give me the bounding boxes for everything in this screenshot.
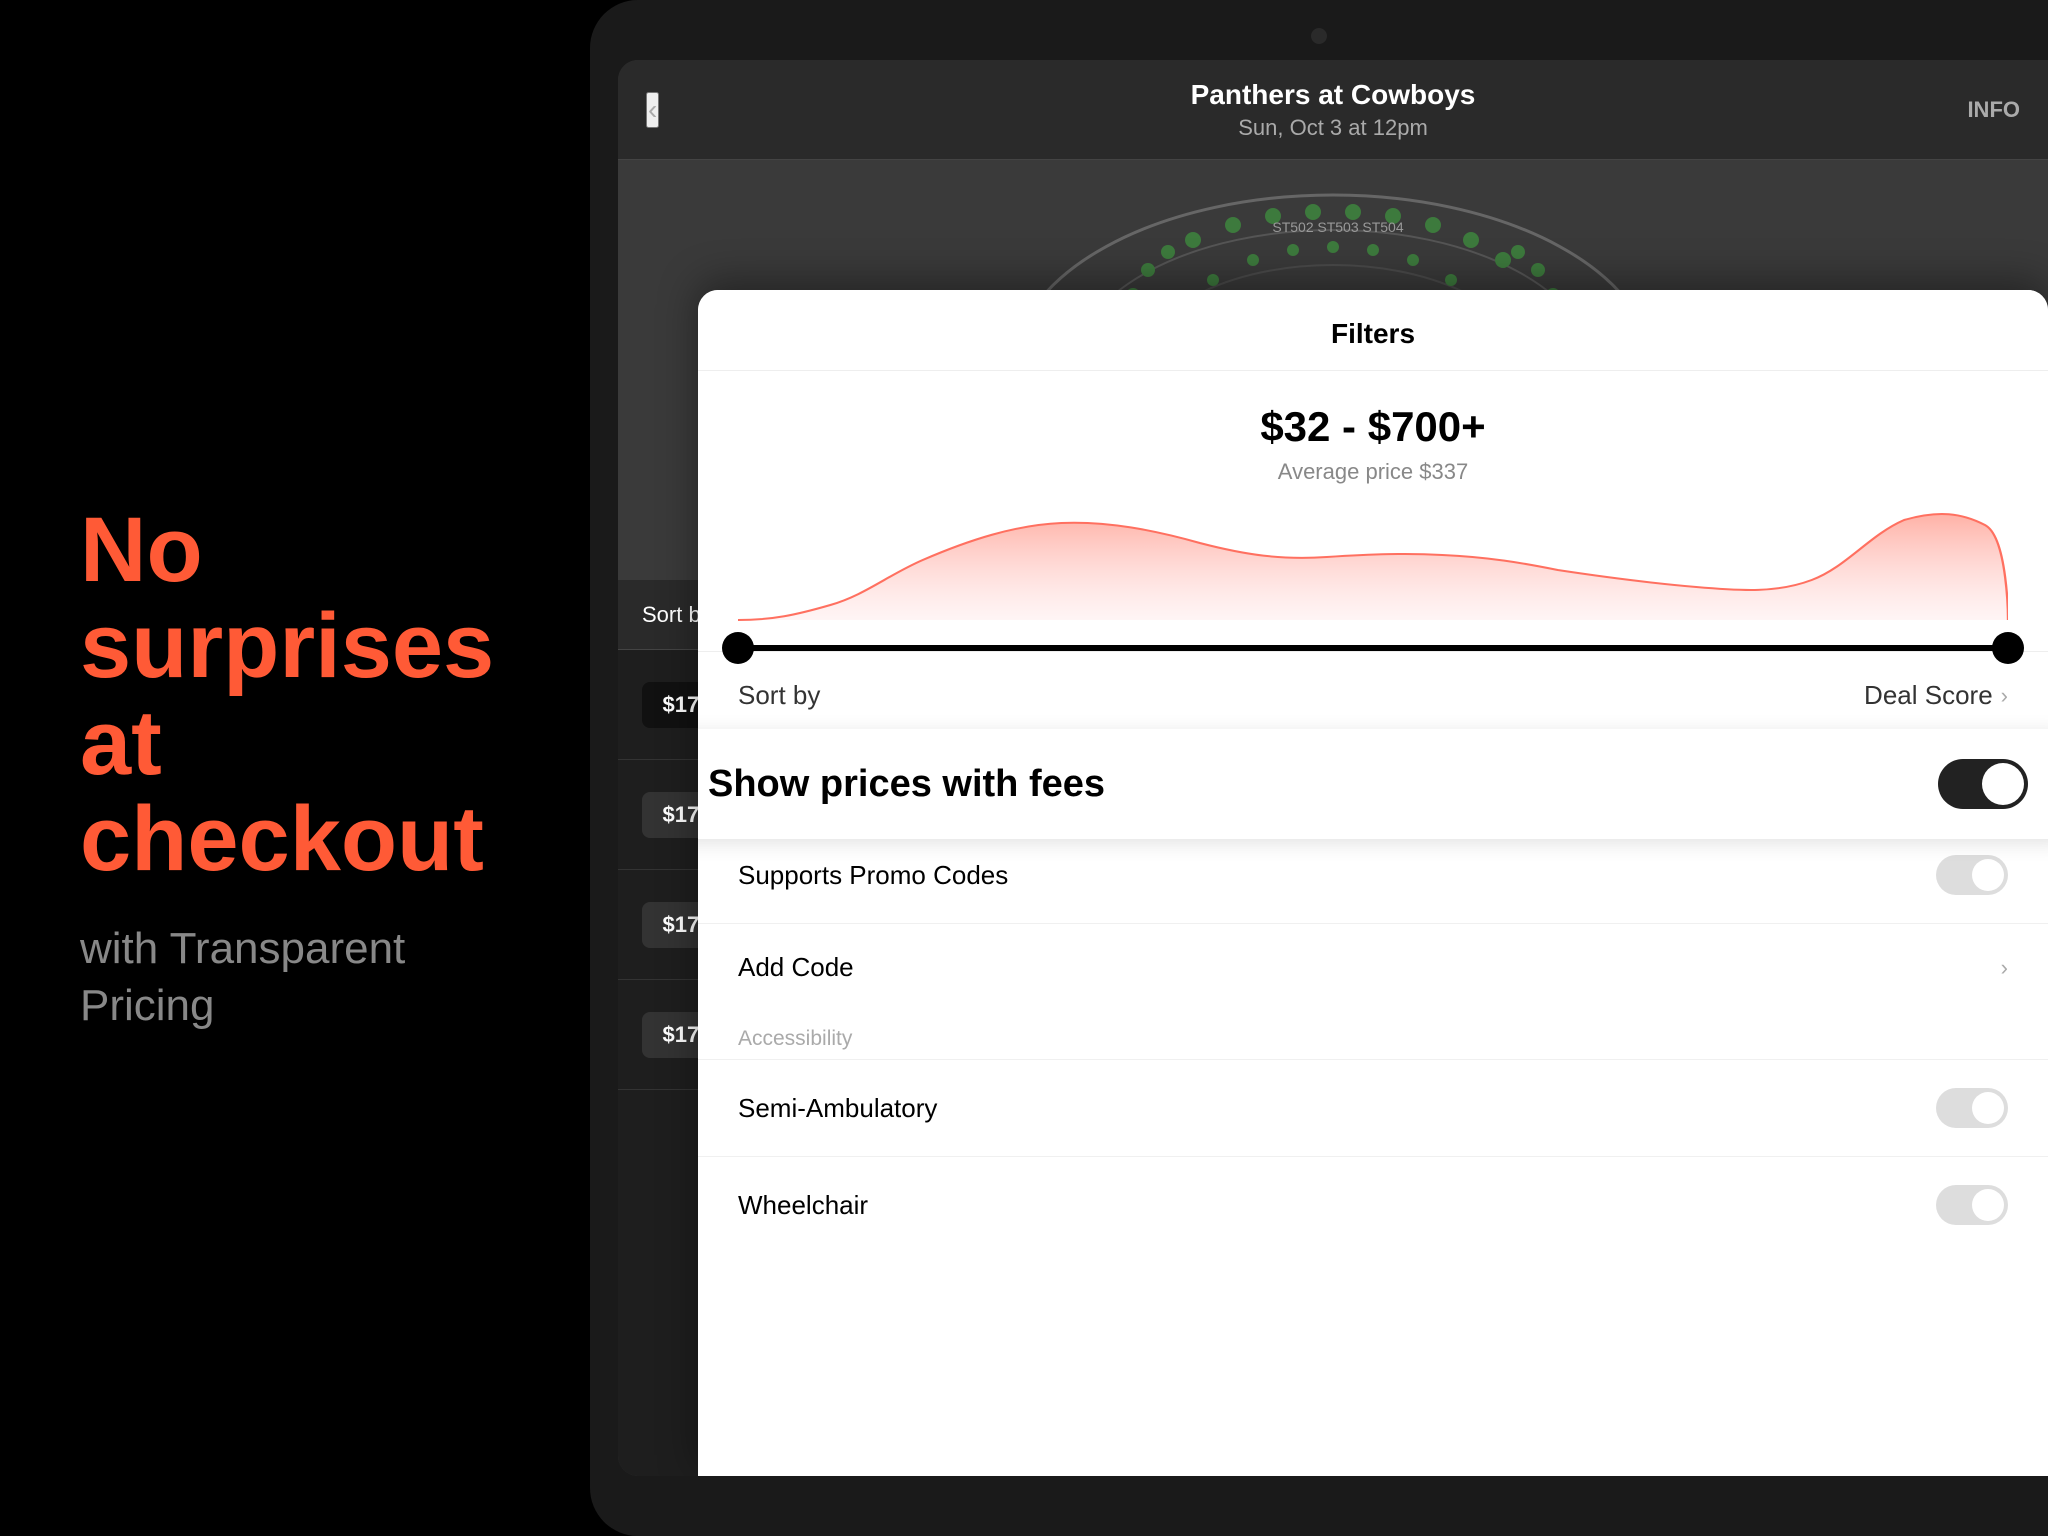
filters-header: Filters <box>698 290 2048 371</box>
sort-by-label: Sort by <box>738 680 820 711</box>
semi-ambulatory-row[interactable]: Semi-Ambulatory <box>698 1059 2048 1156</box>
add-code-row[interactable]: Add Code › <box>698 923 2048 1011</box>
semi-ambulatory-label: Semi-Ambulatory <box>738 1093 937 1124</box>
slider-thumb-right[interactable] <box>1992 632 2024 664</box>
event-title: Panthers at Cowboys Sun, Oct 3 at 12pm <box>1191 79 1476 141</box>
sort-by-value: Deal Score › <box>1864 680 2008 711</box>
wheelchair-toggle[interactable] <box>1936 1185 2008 1225</box>
chevron-right-icon: › <box>2001 683 2008 709</box>
event-date: Sun, Oct 3 at 12pm <box>1191 115 1476 141</box>
camera <box>1311 28 1327 44</box>
headline-line1: No surprises <box>80 499 494 698</box>
ipad-device: ‹ Panthers at Cowboys Sun, Oct 3 at 12pm… <box>590 0 2048 1536</box>
show-prices-card: Show prices with fees <box>698 729 2048 839</box>
app-header: ‹ Panthers at Cowboys Sun, Oct 3 at 12pm… <box>618 60 2048 160</box>
filters-title: Filters <box>722 318 2024 350</box>
price-range-label: $32 - $700+ <box>738 403 2008 451</box>
price-slider-container <box>698 645 2048 651</box>
back-button[interactable]: ‹ <box>646 92 659 128</box>
toggle-knob <box>1972 1189 2004 1221</box>
subheadline: with Transparent Pricing <box>80 920 510 1034</box>
accessibility-section-label: Accessibility <box>738 1027 852 1050</box>
sort-by-row[interactable]: Sort by Deal Score › <box>698 651 2048 739</box>
promo-codes-label: Supports Promo Codes <box>738 860 1008 891</box>
promo-codes-toggle[interactable] <box>1936 855 2008 895</box>
wheelchair-label: Wheelchair <box>738 1190 868 1221</box>
semi-ambulatory-toggle[interactable] <box>1936 1088 2008 1128</box>
svg-text:ST502: ST502 <box>1272 219 1313 235</box>
headline: No surprises at checkout <box>80 502 510 888</box>
average-price: Average price $337 <box>738 459 2008 485</box>
add-code-label: Add Code <box>738 952 854 983</box>
toggle-knob <box>1972 1092 2004 1124</box>
wheelchair-row[interactable]: Wheelchair <box>698 1156 2048 1253</box>
headline-line2: at checkout <box>80 692 484 891</box>
price-histogram <box>738 505 2008 625</box>
toggle-knob <box>1982 763 2024 805</box>
show-prices-toggle[interactable] <box>1938 759 2028 809</box>
slider-thumb-left[interactable] <box>722 632 754 664</box>
info-button[interactable]: INFO <box>1967 97 2020 123</box>
toggle-knob <box>1972 859 2004 891</box>
svg-text:ST503: ST503 <box>1317 219 1358 235</box>
add-code-chevron-icon: › <box>2001 955 2008 981</box>
svg-text:ST504: ST504 <box>1362 219 1403 235</box>
price-slider-track[interactable] <box>738 645 2008 651</box>
price-range-section: $32 - $700+ Average price $337 <box>698 371 2048 645</box>
ipad-screen: ‹ Panthers at Cowboys Sun, Oct 3 at 12pm… <box>618 60 2048 1476</box>
show-prices-label: Show prices with fees <box>708 763 1105 806</box>
accessibility-section-header: Accessibility <box>698 1011 2048 1059</box>
filters-modal: Filters $32 - $700+ Average price $337 <box>698 290 2048 1476</box>
promo-codes-filter-row[interactable]: Supports Promo Codes <box>698 826 2048 923</box>
left-panel: No surprises at checkout with Transparen… <box>0 0 590 1536</box>
event-name: Panthers at Cowboys <box>1191 79 1476 111</box>
